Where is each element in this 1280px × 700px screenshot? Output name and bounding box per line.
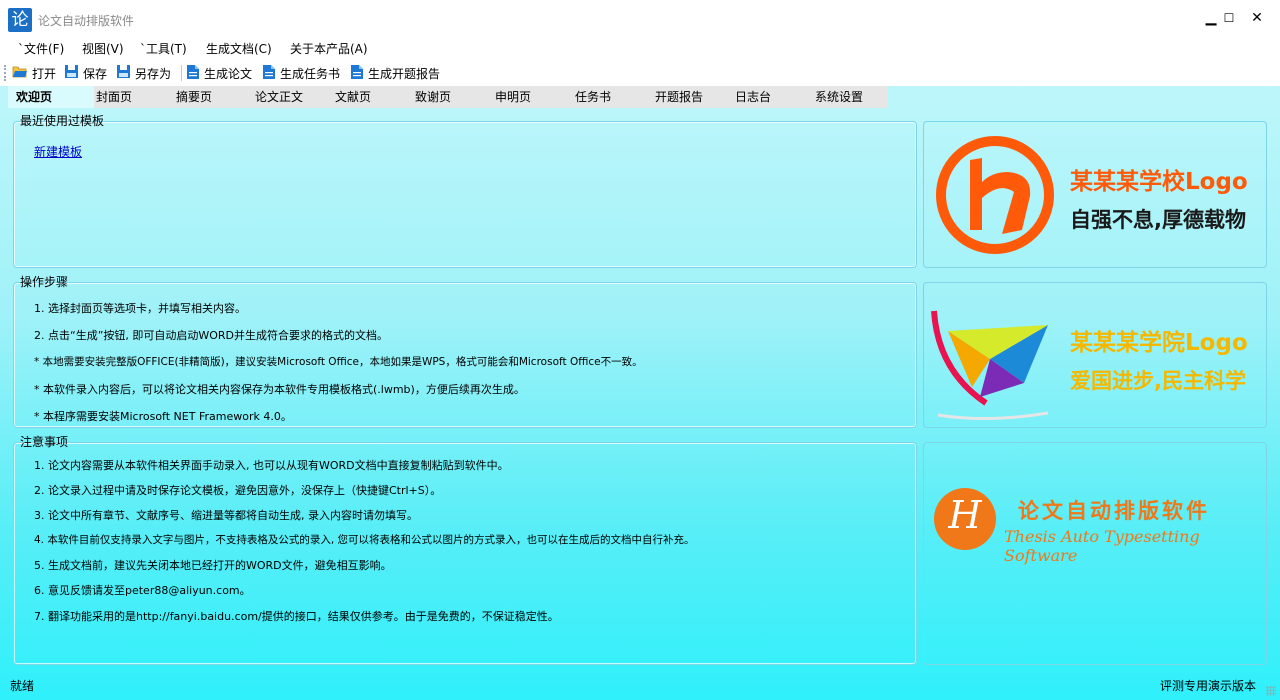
generate-task-book-button[interactable]: 生成任务书 <box>262 63 340 83</box>
resize-grip-icon[interactable] <box>1266 686 1276 696</box>
tab-settings[interactable]: 系统设置 <box>815 86 863 108</box>
tab-welcome[interactable]: 欢迎页 <box>8 86 94 108</box>
menu-tools[interactable]: `工具(T) <box>140 40 187 57</box>
tab-references[interactable]: 文献页 <box>335 86 371 108</box>
toolbar-separator <box>181 65 182 81</box>
title-bar: 论 论文自动排版软件 ▁ ☐ ✕ <box>0 0 1280 36</box>
tab-proposal[interactable]: 开题报告 <box>655 86 703 108</box>
generate-thesis-button[interactable]: 生成论文 <box>186 63 252 83</box>
tab-task-book[interactable]: 任务书 <box>575 86 611 108</box>
toolbar: 打开 保存 另存为 生成论文 生成任务书 生成开题报告 <box>0 60 1280 86</box>
menu-bar: `文件(F) 视图(V) `工具(T) 生成文档(C) 关于本产品(A) <box>0 36 1280 60</box>
tab-bar: 欢迎页 封面页 摘要页 论文正文 文献页 致谢页 申明页 任务书 开题报告 日志… <box>8 86 888 108</box>
open-label: 打开 <box>32 66 57 81</box>
steps-title: 操作步骤 <box>20 275 69 289</box>
edition-label: 评测专用演示版本 <box>1159 679 1256 693</box>
note-item: 2. 论文录入过程中请及时保存论文模板，避免因意外，没保存上（快捷键Ctrl+S… <box>34 484 442 497</box>
document-icon <box>350 64 364 83</box>
save-as-label: 另存为 <box>135 66 172 81</box>
step-item: * 本程序需要安装Microsoft NET Framework 4.0。 <box>34 410 292 423</box>
tab-log[interactable]: 日志台 <box>735 86 771 108</box>
folder-open-icon <box>12 65 28 82</box>
step-item: * 本地需要安装完整版OFFICE(非精简版)，建议安装Microsoft Of… <box>34 356 643 368</box>
generate-task-book-label: 生成任务书 <box>280 66 341 81</box>
tab-abstract[interactable]: 摘要页 <box>176 86 212 108</box>
tab-acknowledgement[interactable]: 致谢页 <box>415 86 451 108</box>
save-as-icon <box>116 64 131 82</box>
note-item: 5. 生成文档前，建议先关闭本地已经打开的WORD文件，避免相互影响。 <box>34 559 392 572</box>
open-button[interactable]: 打开 <box>12 63 56 83</box>
notes-title: 注意事项 <box>20 435 69 449</box>
note-item: 7. 翻译功能采用的是http://fanyi.baidu.com/提供的接口，… <box>34 610 559 623</box>
document-icon <box>186 64 200 83</box>
close-button[interactable]: ✕ <box>1242 6 1272 30</box>
college-logo-panel: 某某某学院Logo 爱国进步,民主科学 <box>923 282 1267 428</box>
save-icon <box>64 64 79 82</box>
save-as-button[interactable]: 另存为 <box>116 63 171 83</box>
generate-proposal-button[interactable]: 生成开题报告 <box>350 63 440 83</box>
software-logo-name: 论文自动排版软件 <box>1018 499 1210 523</box>
recent-templates-group <box>13 121 917 268</box>
school-logo-panel: 某某某学校Logo 自强不息,厚德载物 <box>923 121 1267 268</box>
note-item: 4. 本软件目前仅支持录入文字与图片，不支持表格及公式的录入, 您可以将表格和公… <box>34 534 695 546</box>
save-label: 保存 <box>83 66 108 81</box>
school-logo-icon <box>936 136 1054 254</box>
tab-body[interactable]: 论文正文 <box>255 86 303 108</box>
menu-view[interactable]: 视图(V) <box>82 40 124 57</box>
note-item: 6. 意见反馈请发至peter88@aliyun.com。 <box>34 584 251 597</box>
step-item: * 本软件录入内容后，可以将论文相关内容保存为本软件专用模板格式(.lwmb)，… <box>34 383 525 396</box>
school-logo-name: 某某某学校Logo <box>1070 169 1248 195</box>
menu-about[interactable]: 关于本产品(A) <box>290 40 368 57</box>
software-logo-english: Thesis Auto Typesetting Software <box>1004 527 1200 565</box>
status-bar: 就绪 评测专用演示版本 <box>0 672 1280 700</box>
window-title: 论文自动排版软件 <box>38 14 135 28</box>
tab-cover[interactable]: 封面页 <box>96 86 132 108</box>
college-logo-name: 某某某学院Logo <box>1070 330 1248 356</box>
software-logo-letter: H <box>948 493 982 537</box>
note-item: 3. 论文中所有章节、文献序号、缩进量等都将自动生成, 录入内容时请勿填写。 <box>34 509 418 522</box>
menu-generate[interactable]: 生成文档(C) <box>206 40 272 57</box>
recent-templates-title: 最近使用过模板 <box>20 114 105 128</box>
status-text: 就绪 <box>10 679 35 693</box>
maximize-button[interactable]: ☐ <box>1214 6 1244 30</box>
new-template-link[interactable]: 新建模板 <box>34 143 82 160</box>
school-logo-motto: 自强不息,厚德载物 <box>1070 208 1246 232</box>
document-icon <box>262 64 276 83</box>
generate-proposal-label: 生成开题报告 <box>368 66 441 81</box>
college-logo-icon <box>931 310 1049 421</box>
app-icon: 论 <box>8 8 32 32</box>
generate-thesis-label: 生成论文 <box>204 66 253 81</box>
step-item: 2. 点击“生成”按钮, 即可自动启动WORD并生成符合要求的格式的文档。 <box>34 329 389 342</box>
menu-file[interactable]: `文件(F) <box>18 40 64 57</box>
college-logo-motto: 爱国进步,民主科学 <box>1070 369 1246 393</box>
notes-group <box>13 442 917 665</box>
note-item: 1. 论文内容需要从本软件相关界面手动录入, 也可以从现有WORD文档中直接复制… <box>34 459 509 472</box>
tab-declaration[interactable]: 申明页 <box>495 86 531 108</box>
software-logo-panel: H 论文自动排版软件 Thesis Auto Typesetting Softw… <box>923 442 1267 665</box>
step-item: 1. 选择封面页等选项卡，并填写相关内容。 <box>34 302 246 315</box>
save-button[interactable]: 保存 <box>64 63 107 83</box>
toolbar-grip[interactable] <box>4 65 9 81</box>
